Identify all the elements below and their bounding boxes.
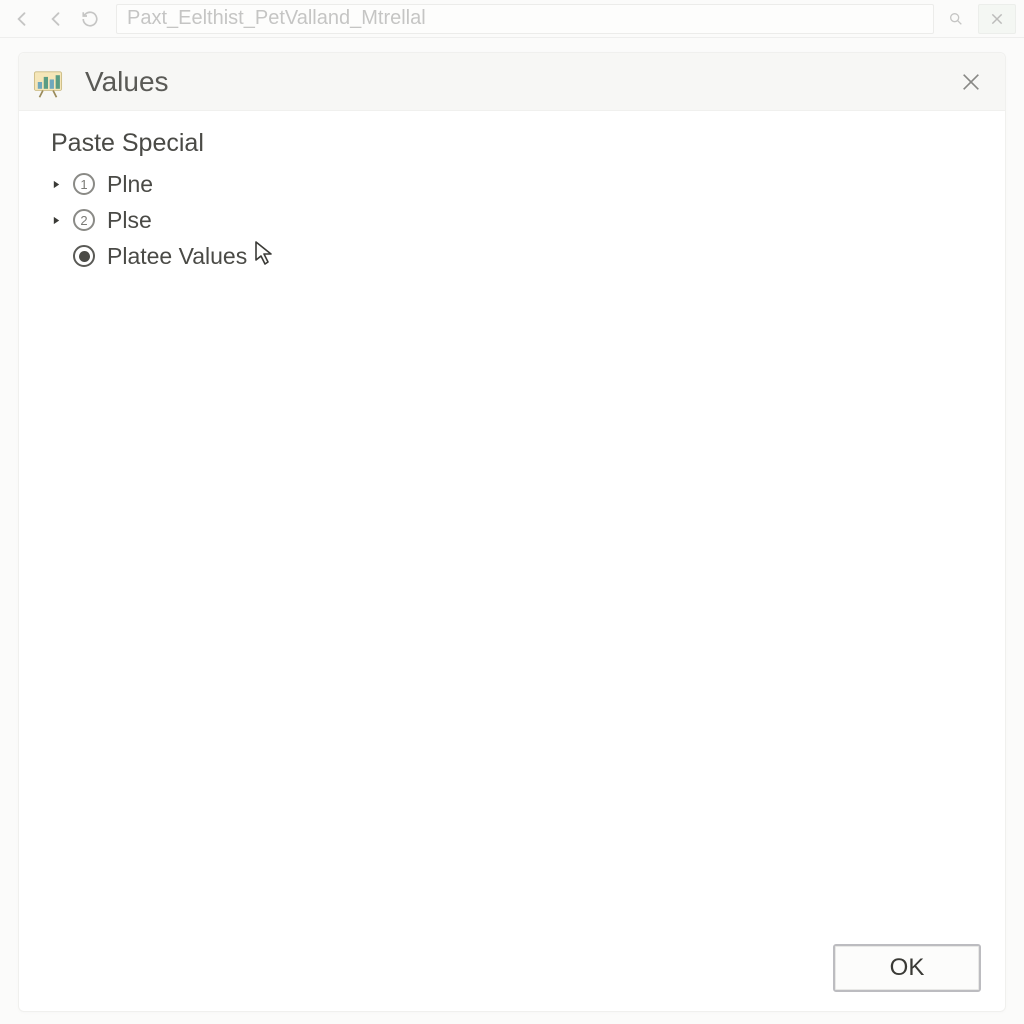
section-title: Paste Special [51,129,975,158]
top-nav-bar: Paxt_Eelthist_PetValland_Mtrellal [0,0,1024,38]
back-arrow-icon[interactable] [8,5,36,33]
option-list: 1 Plne 2 Plse Platee Values [49,166,975,274]
values-dialog: Values Paste Special 1 Plne 2 Plse [18,52,1006,1012]
expand-icon[interactable] [49,216,63,225]
refresh-icon[interactable] [76,5,104,33]
option-row-1[interactable]: 1 Plne [49,166,975,202]
option-row-2[interactable]: 2 Plse [49,202,975,238]
dialog-body: Paste Special 1 Plne 2 Plse Platee Value [19,111,1005,937]
close-button[interactable] [955,66,987,98]
address-text: Paxt_Eelthist_PetValland_Mtrellal [127,7,426,30]
search-icon[interactable] [940,4,972,34]
option-label: Plse [107,207,152,234]
option-label: Platee Values [107,243,247,270]
dialog-footer: OK [19,937,1005,1011]
clear-address-button[interactable] [978,4,1016,34]
option-row-3[interactable]: Platee Values [49,238,975,274]
radio-badge-1[interactable]: 1 [73,173,95,195]
option-label: Plne [107,171,153,198]
dialog-title: Values [85,66,955,98]
forward-arrow-icon[interactable] [42,5,70,33]
chart-board-icon [29,63,67,101]
radio-selected[interactable] [73,245,95,267]
dialog-header: Values [19,53,1005,111]
radio-badge-2[interactable]: 2 [73,209,95,231]
address-bar[interactable]: Paxt_Eelthist_PetValland_Mtrellal [116,4,934,34]
ok-button[interactable]: OK [833,944,981,992]
expand-icon[interactable] [49,180,63,189]
